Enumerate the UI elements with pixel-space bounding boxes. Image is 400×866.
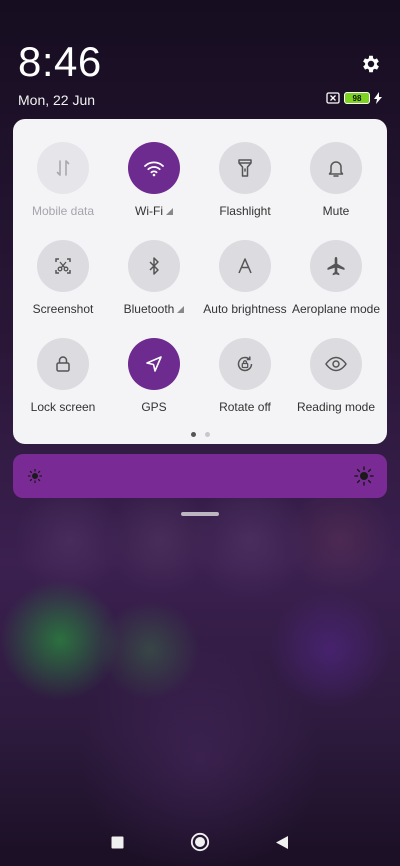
battery-level: 98 <box>352 93 362 103</box>
tile-circle[interactable] <box>310 142 362 194</box>
tile-circle[interactable] <box>128 240 180 292</box>
tile-wifi[interactable]: Wi-Fi <box>108 142 200 218</box>
tile-flashlight[interactable]: Flashlight <box>199 142 291 218</box>
bluetooth-icon <box>149 257 159 275</box>
tile-label: Auto brightness <box>203 302 287 316</box>
brightness-high-icon[interactable] <box>354 466 374 486</box>
page-dot[interactable] <box>204 432 210 437</box>
no-sim-icon <box>326 92 340 104</box>
tile-circle[interactable] <box>219 338 271 390</box>
mobile-data-icon <box>56 160 70 176</box>
navigation-bar <box>0 830 400 856</box>
tile-reading-mode[interactable]: Reading mode <box>290 338 382 414</box>
recents-icon[interactable] <box>111 836 124 849</box>
drag-handle[interactable] <box>181 512 219 516</box>
brightness-slider[interactable] <box>13 454 387 498</box>
tile-circle[interactable] <box>310 338 362 390</box>
tile-label: Mobile data <box>31 204 95 218</box>
charging-icon <box>374 92 382 104</box>
system-icons: 98 <box>326 92 382 104</box>
tile-screenshot[interactable]: Screenshot <box>17 240 109 316</box>
tile-auto-brightness[interactable]: Auto brightness <box>199 240 291 316</box>
tile-circle[interactable] <box>37 240 89 292</box>
location-icon <box>146 356 162 372</box>
tile-mute[interactable]: Mute <box>290 142 382 218</box>
tile-bluetooth[interactable]: Bluetooth <box>108 240 200 316</box>
signal-triangle-icon <box>165 207 173 215</box>
tile-circle[interactable] <box>37 142 89 194</box>
lock-icon <box>56 356 70 372</box>
home-icon[interactable] <box>190 832 210 852</box>
tile-gps[interactable]: GPS <box>108 338 200 414</box>
tile-aeroplane-mode[interactable]: Aeroplane mode <box>290 240 382 316</box>
bell-icon <box>328 161 344 177</box>
tile-label: Rotate off <box>219 400 271 414</box>
screenshot-icon <box>55 258 71 274</box>
rotate-lock-icon <box>237 356 253 372</box>
wifi-icon <box>144 161 164 177</box>
quick-settings-panel: Mobile data Wi-Fi Flashlight Mute Screen… <box>13 119 387 444</box>
tile-circle[interactable] <box>37 338 89 390</box>
tile-label: Lock screen <box>30 400 96 414</box>
date[interactable]: Mon, 22 Jun <box>18 92 95 108</box>
tile-label: Mute <box>322 204 350 218</box>
tile-label: Bluetooth <box>108 302 200 316</box>
tile-label-text: Wi-Fi <box>135 204 163 218</box>
tile-label: GPS <box>141 400 167 414</box>
tile-mobile-data[interactable]: Mobile data <box>17 142 109 218</box>
tile-circle[interactable] <box>219 142 271 194</box>
tile-circle[interactable] <box>310 240 362 292</box>
tile-rotate-off[interactable]: Rotate off <box>199 338 291 414</box>
tile-lock-screen[interactable]: Lock screen <box>17 338 109 414</box>
tile-label: Wi-Fi <box>108 204 200 218</box>
tile-label: Aeroplane mode <box>291 302 381 316</box>
battery-icon: 98 <box>344 92 370 104</box>
back-icon[interactable] <box>275 835 289 850</box>
page-dot-active[interactable] <box>190 432 196 437</box>
eye-icon <box>325 356 347 372</box>
tile-circle[interactable] <box>128 142 180 194</box>
tile-label: Flashlight <box>219 204 271 218</box>
auto-brightness-icon <box>238 258 252 274</box>
tile-label: Screenshot <box>32 302 94 316</box>
flashlight-icon <box>238 159 252 177</box>
tile-circle[interactable] <box>128 338 180 390</box>
tile-circle[interactable] <box>219 240 271 292</box>
page-indicator <box>13 432 387 437</box>
airplane-icon <box>327 257 345 276</box>
clock[interactable]: 8:46 <box>18 38 102 86</box>
signal-triangle-icon <box>177 305 185 313</box>
tile-label-text: Bluetooth <box>123 302 175 316</box>
brightness-low-icon <box>27 468 43 484</box>
tile-label: Reading mode <box>296 400 376 414</box>
settings-icon[interactable] <box>360 53 382 75</box>
